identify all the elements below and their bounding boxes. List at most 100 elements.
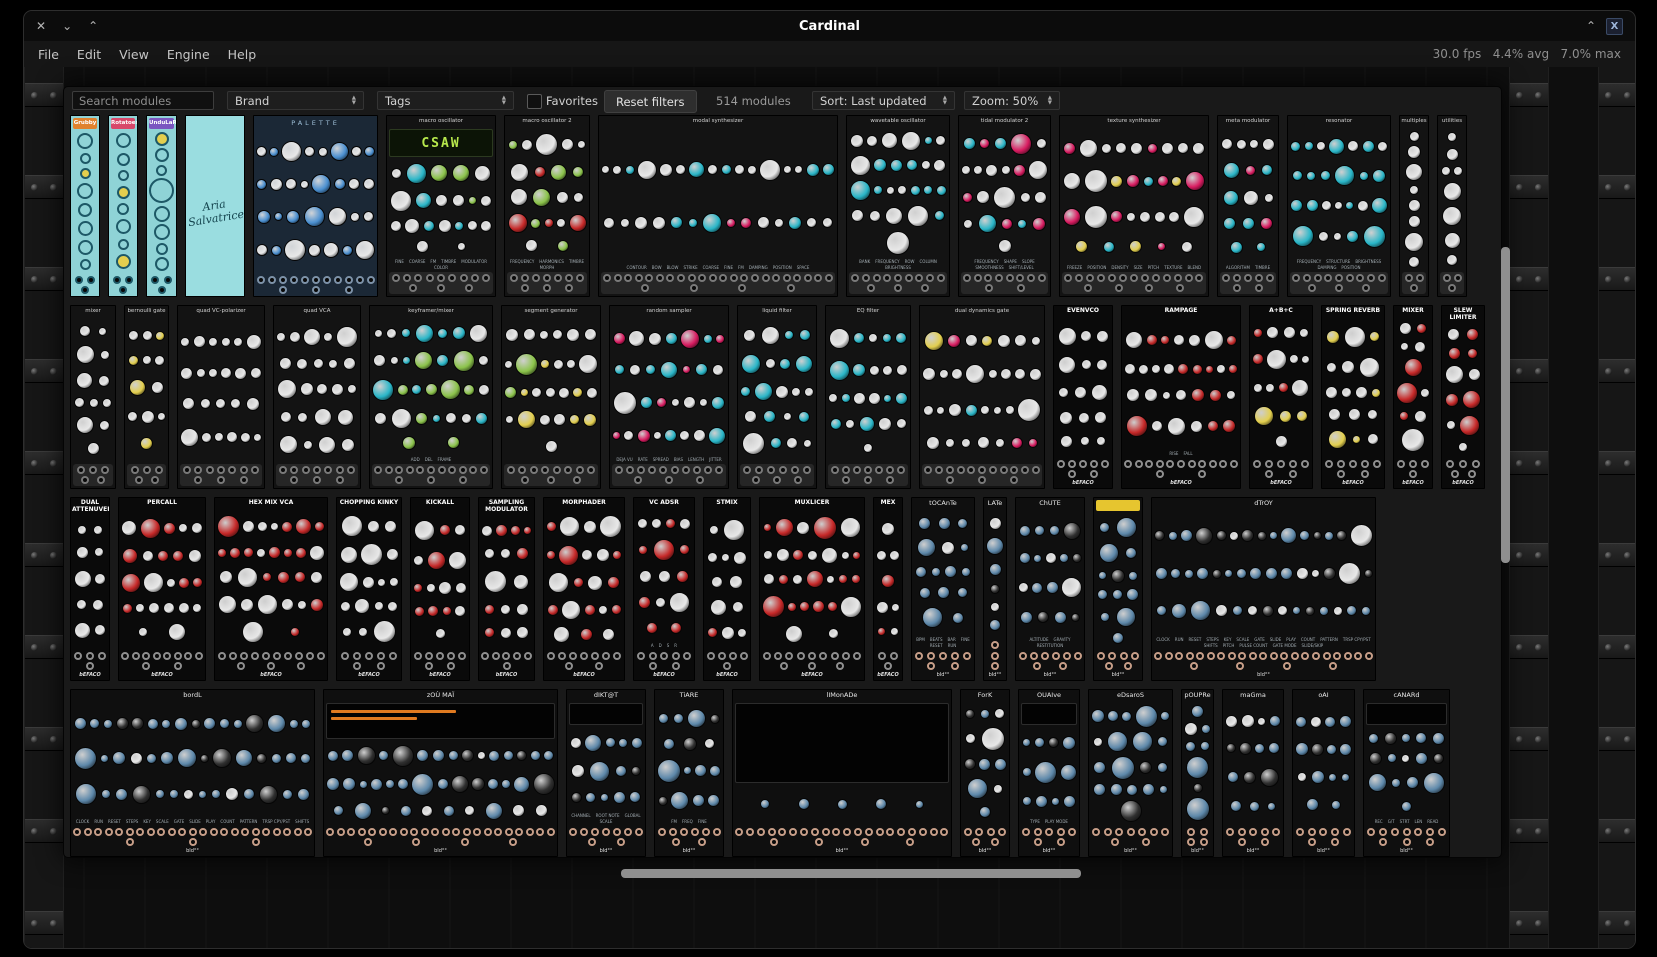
module-label: BRIGHTNESS — [1355, 259, 1381, 264]
search-input[interactable] — [72, 91, 214, 110]
brand-dropdown[interactable]: Brand ▲▼ — [227, 91, 364, 110]
module-hex-mix-vca[interactable]: HEX MIX VCAbEFACO — [214, 497, 328, 681]
knob-icon — [156, 243, 168, 255]
jack-icon — [937, 274, 945, 282]
jack-icon — [437, 274, 445, 282]
module-canard[interactable]: cANARdRECG/TSTRTLENREADbId°° — [1363, 689, 1450, 857]
module-stmix[interactable]: STMIXbEFACO — [703, 497, 751, 681]
module-multiples[interactable]: multiples — [1399, 115, 1429, 297]
module-texture-synthesizer[interactable]: texture synthesizerFREEZEPOSITIONDENSITY… — [1059, 115, 1209, 297]
module-dtroy[interactable]: dTrOYCLOCKRUNRESETSTEPSKEYSCALEGATESLIDE… — [1151, 497, 1376, 681]
jack-icon — [886, 828, 894, 836]
jack-icon — [580, 828, 588, 836]
module-magma[interactable]: maGmabId°° — [1222, 689, 1284, 857]
module-a-b-c[interactable]: A+B+CbEFACO — [1249, 305, 1313, 489]
module-aria-salvatrice[interactable]: Aria Salvatrice — [185, 115, 245, 297]
module-tidal-modulator-2[interactable]: tidal modulator 2FREQUENCYSHAPESLOPESMOO… — [958, 115, 1051, 297]
module-dual-attenuverter[interactable]: DUAL ATTENUVERTERbEFACO — [70, 497, 110, 681]
module-quad-vc-polarizer[interactable]: quad VC-polarizer — [177, 305, 265, 489]
module-grubby[interactable]: Grubby — [70, 115, 100, 297]
menu-view[interactable]: View — [119, 47, 149, 62]
knob-icon — [154, 355, 165, 366]
module-chute[interactable]: ChUTEALTITUDEGRAVITYRESTITUTIONbId°° — [1015, 497, 1085, 681]
reset-filters-button[interactable]: Reset filters — [604, 90, 697, 113]
module-bernoulli-gate[interactable]: bernoulli gate — [124, 305, 169, 489]
module-utilities[interactable]: utilities — [1437, 115, 1467, 297]
menu-engine[interactable]: Engine — [167, 47, 210, 62]
module-meta-modulator[interactable]: meta modulatorALGORITHMTIMBRE — [1217, 115, 1279, 297]
knob-icon — [837, 799, 848, 810]
knob-icon — [1081, 359, 1092, 370]
menu-edit[interactable]: Edit — [77, 47, 101, 62]
module-rampage[interactable]: RAMPAGERISEFALLbEFACO — [1121, 305, 1241, 489]
knob-icon — [354, 598, 370, 614]
module-fork[interactable]: ForKbId°° — [960, 689, 1010, 857]
module-title: MUXLICER — [760, 498, 864, 509]
module-tiare[interactable]: TiAREFMFREQFINEbId°° — [654, 689, 724, 857]
expand-up-icon[interactable]: ⌃ — [1586, 19, 1596, 33]
module-chopping-kinky[interactable]: CHOPPING KINKYbEFACO — [336, 497, 402, 681]
knob-icon — [648, 332, 662, 346]
module-keyframer-mixer[interactable]: keyframer/mixerADDDELFRAME — [369, 305, 493, 489]
screw-icon — [1624, 368, 1631, 375]
module-evenvco[interactable]: evenVCObEFACO — [1053, 305, 1113, 489]
module-poupre[interactable]: pOUPRebId°° — [1181, 689, 1214, 857]
module-edsaros[interactable]: eDsaroSbId°° — [1088, 689, 1173, 857]
jack-icon — [783, 274, 791, 282]
module-wavetable-oscillator[interactable]: wavetable oscillatorBANKFREQUENCYROWCOLU… — [846, 115, 950, 297]
module-zo-ma[interactable]: zOÙ MAÏbId°° — [323, 689, 558, 857]
module-undular[interactable]: UnduLaR — [146, 115, 177, 297]
module-percall[interactable]: PERCALLbEFACO — [118, 497, 206, 681]
module-spring-reverb[interactable]: SPRING REVERBbEFACO — [1321, 305, 1385, 489]
module-muxlicer[interactable]: MUXLICERbEFACO — [759, 497, 865, 681]
menu-file[interactable]: File — [38, 47, 59, 62]
module-bordl[interactable]: bordLCLOCKRUNRESETSTEPSKEYSCALEGATESLIDE… — [70, 689, 315, 857]
module-dual-dynamics-gate[interactable]: dual dynamics gate — [919, 305, 1045, 489]
module-macro-oscillator-2[interactable]: macro oscillator 2FREQUENCYHARMONICSTIMB… — [504, 115, 590, 297]
zoom-dropdown[interactable]: Zoom: 50% ▲▼ — [964, 91, 1060, 110]
module-eq-filter[interactable]: EQ filter — [825, 305, 911, 489]
knob-icon — [1142, 783, 1155, 796]
module-modal-synthesizer[interactable]: modal synthesizerCONTOURBOWBLOWSTRIKECOA… — [598, 115, 838, 297]
knob-icon — [924, 331, 944, 351]
jack-icon — [746, 828, 754, 836]
module-sampling-modulator[interactable]: SAMPLING MODULATORbEFACO — [478, 497, 535, 681]
module-mex[interactable]: MEXbEFACO — [873, 497, 903, 681]
module-late[interactable]: LATebId°° — [983, 497, 1007, 681]
knob-icon — [993, 406, 1002, 415]
module-morphader[interactable]: MORPHADERbEFACO — [543, 497, 625, 681]
knob-icon — [886, 231, 910, 255]
module-resonator[interactable]: resonatorFREQUENCYSTRUCTUREBRIGHTNESSDAM… — [1287, 115, 1391, 297]
module-macro-oscillator[interactable]: macro oscillatorCSAWFINECOARSEFMTIMBREMO… — [386, 115, 496, 297]
menu-help[interactable]: Help — [228, 47, 257, 62]
module-card[interactable]: bId°° — [1093, 497, 1143, 681]
jack-icon — [1188, 460, 1196, 468]
module-limonade[interactable]: lIMonADebId°° — [732, 689, 952, 857]
module-oai[interactable]: oAIbId°° — [1292, 689, 1355, 857]
module-palette[interactable]: PALETTE — [253, 115, 378, 297]
module-dikt-t[interactable]: dIKT@TCHANNELROOT NOTEGLOBALSCALEbId°° — [566, 689, 646, 857]
knob-icon — [331, 383, 344, 396]
module-ouaive[interactable]: OUAIveTYPEPLAY MODEbId°° — [1018, 689, 1080, 857]
knob-icon — [510, 188, 528, 206]
module-segment-generator[interactable]: segment generator — [501, 305, 601, 489]
jack-icon — [779, 466, 787, 474]
module-liquid-filter[interactable]: liquid filter — [737, 305, 817, 489]
module-quad-vca[interactable]: quad VCA — [273, 305, 361, 489]
tags-dropdown[interactable]: Tags ▲▼ — [377, 91, 514, 110]
horizontal-scrollbar[interactable] — [621, 869, 1081, 878]
module-rotatoes[interactable]: Rotatoes — [108, 115, 138, 297]
module-mixer[interactable]: mixer — [70, 305, 116, 489]
module-random-sampler[interactable]: random samplerDEJA VURATESPREADBIASLENGT… — [609, 305, 729, 489]
favorites-checkbox[interactable] — [527, 94, 542, 109]
module-tocante[interactable]: tOCAnTeBPMBEATSBARFINERESETRUNbId°° — [911, 497, 975, 681]
knob-icon — [343, 357, 356, 370]
module-slew-limiter[interactable]: SLEW LIMITERbEFACO — [1441, 305, 1485, 489]
knob-icon — [1384, 732, 1397, 745]
module-vc-adsr[interactable]: VC ADSRADSRbEFACO — [633, 497, 695, 681]
vertical-scrollbar[interactable] — [1501, 247, 1510, 563]
knob-icon — [1339, 743, 1352, 756]
module-mixer[interactable]: MIXERbEFACO — [1393, 305, 1433, 489]
sort-dropdown[interactable]: Sort: Last updated ▲▼ — [812, 91, 955, 110]
module-kickall[interactable]: KICKALLbEFACO — [410, 497, 470, 681]
